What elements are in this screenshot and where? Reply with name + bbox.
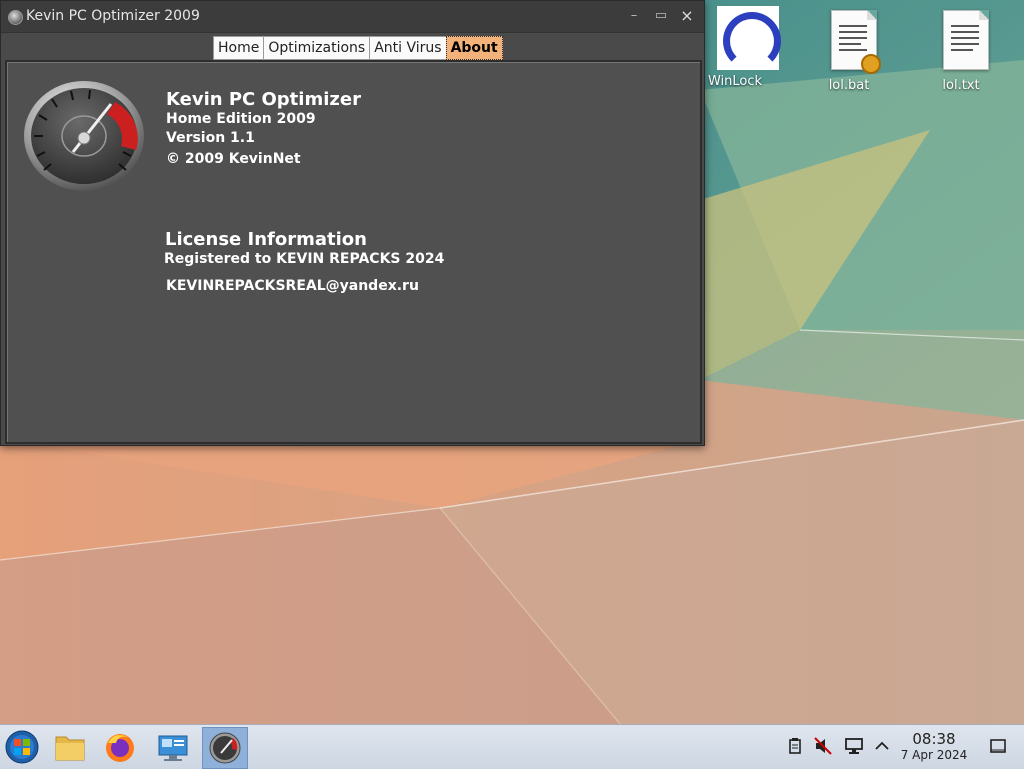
- folder-icon: [55, 736, 85, 761]
- tab-anti-virus[interactable]: Anti Virus: [369, 36, 447, 60]
- minimize-button[interactable]: –: [625, 7, 643, 25]
- tab-home[interactable]: Home: [213, 36, 265, 60]
- show-desktop-icon[interactable]: [989, 737, 1007, 755]
- batch-file-icon: [819, 10, 881, 74]
- computer-icon: [158, 735, 188, 761]
- volume-muted-icon[interactable]: [814, 737, 832, 755]
- gauge-icon: [209, 732, 241, 764]
- taskbar: 08:38 7 Apr 2024: [0, 724, 1024, 769]
- desktop-icon-label: lol.bat: [828, 78, 870, 93]
- version-text: Version 1.1: [166, 130, 255, 146]
- clock-time: 08:38: [912, 730, 956, 748]
- gauge-logo-icon: [24, 81, 144, 191]
- product-name: Kevin PC Optimizer: [166, 89, 361, 110]
- clock[interactable]: 08:38 7 Apr 2024: [895, 730, 973, 762]
- firefox-icon: [106, 734, 134, 762]
- taskbar-files-button[interactable]: [48, 727, 92, 767]
- window-title: Kevin PC Optimizer 2009: [26, 8, 200, 24]
- chevron-up-icon[interactable]: [873, 737, 891, 755]
- window-titlebar[interactable]: Kevin PC Optimizer 2009 – ▭ ×: [1, 1, 704, 33]
- maximize-button[interactable]: ▭: [652, 7, 670, 25]
- text-file-icon: [931, 10, 991, 74]
- windows-start-icon: [5, 730, 39, 764]
- desktop-icon-lol-bat[interactable]: lol.bat: [804, 10, 894, 93]
- clock-date: 7 Apr 2024: [900, 748, 968, 762]
- about-panel: Kevin PC Optimizer Home Edition 2009 Ver…: [5, 60, 702, 444]
- tab-optimizations[interactable]: Optimizations: [263, 36, 371, 60]
- close-button[interactable]: ×: [678, 7, 696, 25]
- taskbar-system-button[interactable]: [151, 727, 195, 767]
- optimizer-window: Kevin PC Optimizer 2009 – ▭ × Home Optim…: [0, 0, 705, 446]
- network-icon[interactable]: [845, 737, 863, 755]
- copyright-text: © 2009 KevinNet: [166, 151, 301, 167]
- email-text: KEVINREPACKSREAL@yandex.ru: [166, 278, 419, 294]
- desktop-icon-label: lol.txt: [942, 78, 980, 93]
- clipboard-icon[interactable]: [786, 737, 804, 755]
- edition-text: Home Edition 2009: [166, 111, 316, 127]
- registered-to-text: Registered to KEVIN REPACKS 2024: [164, 251, 445, 267]
- start-button[interactable]: [0, 727, 44, 767]
- taskbar-firefox-button[interactable]: [98, 727, 142, 767]
- app-icon: [8, 10, 23, 25]
- taskbar-optimizer-button[interactable]: [202, 727, 248, 769]
- license-heading: License Information: [165, 229, 367, 250]
- winlock-icon: [705, 6, 781, 70]
- tab-about[interactable]: About: [445, 36, 503, 60]
- desktop-icon-lol-txt[interactable]: lol.txt: [916, 10, 1006, 93]
- tab-bar: Home Optimizations Anti Virus About: [213, 36, 503, 60]
